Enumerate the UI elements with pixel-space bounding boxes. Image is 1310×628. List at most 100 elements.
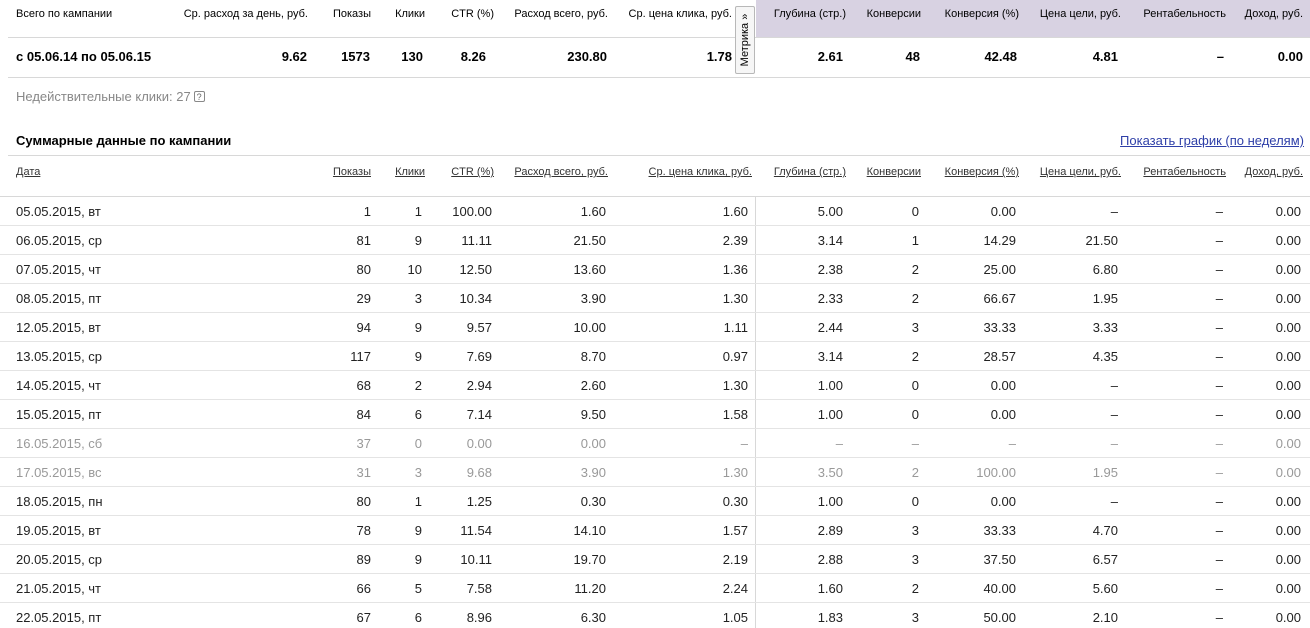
cell-avg-cpc: 1.60 <box>722 204 748 219</box>
cell-date: 14.05.2015, чт <box>16 378 102 393</box>
column-header-avg-cpc[interactable]: Ср. цена клика, руб. <box>649 166 752 178</box>
cell-goal-cost: 6.80 <box>1092 262 1118 277</box>
cell-depth: – <box>835 436 843 451</box>
cell-conversion-rate: 25.00 <box>983 262 1016 277</box>
summary-header-total: Всего по кампании <box>16 8 113 20</box>
help-icon[interactable]: ? <box>193 91 205 102</box>
column-header-clicks[interactable]: Клики <box>395 166 425 178</box>
column-header-goal-cost[interactable]: Цена цели, руб. <box>1040 166 1121 178</box>
column-header-impressions[interactable]: Показы <box>333 166 371 178</box>
summary-header-avg-daily-spend: Ср. расход за день, руб. <box>183 8 308 20</box>
cell-conversions: 0 <box>911 204 919 219</box>
cell-goal-cost: 1.95 <box>1092 465 1118 480</box>
summary-clicks: 130 <box>401 49 423 64</box>
cell-clicks: 3 <box>414 291 422 306</box>
cell-profitability: – <box>1215 204 1223 219</box>
cell-conversions: 2 <box>911 291 919 306</box>
cell-depth: 3.14 <box>817 233 843 248</box>
cell-total-spend: 21.50 <box>573 233 606 248</box>
cell-goal-cost: 4.35 <box>1092 349 1118 364</box>
cell-impressions: 80 <box>356 494 371 509</box>
cell-date: 08.05.2015, пт <box>16 291 102 306</box>
cell-impressions: 67 <box>356 610 371 625</box>
column-header-date[interactable]: Дата <box>16 166 40 178</box>
invalid-clicks-text: Недействительные клики: 27 <box>16 89 191 104</box>
cell-revenue: 0.00 <box>1275 291 1301 306</box>
divider <box>8 155 1310 156</box>
cell-clicks: 0 <box>414 436 422 451</box>
summary-header-conversions: Конверсии <box>866 8 921 20</box>
cell-revenue: 0.00 <box>1275 407 1301 422</box>
cell-revenue: 0.00 <box>1275 552 1301 567</box>
cell-depth: 3.50 <box>817 465 843 480</box>
cell-date: 22.05.2015, пт <box>16 610 102 625</box>
summary-header-impressions: Показы <box>332 8 371 20</box>
cell-total-spend: 2.60 <box>580 378 606 393</box>
cell-ctr: 9.57 <box>466 320 492 335</box>
cell-avg-cpc: 1.30 <box>722 465 748 480</box>
cell-avg-cpc: 2.39 <box>722 233 748 248</box>
show-chart-link[interactable]: Показать график (по неделям) <box>1120 133 1304 148</box>
column-header-depth[interactable]: Глубина (стр.) <box>774 166 846 178</box>
cell-avg-cpc: 1.11 <box>723 320 748 335</box>
cell-date: 18.05.2015, пн <box>16 494 103 509</box>
cell-total-spend: 9.50 <box>580 407 606 422</box>
cell-profitability: – <box>1215 523 1223 538</box>
cell-clicks: 1 <box>414 204 422 219</box>
cell-clicks: 6 <box>414 407 422 422</box>
cell-clicks: 2 <box>414 378 422 393</box>
cell-goal-cost: 2.10 <box>1092 610 1118 625</box>
summary-revenue: 0.00 <box>1277 49 1303 64</box>
cell-profitability: – <box>1215 320 1223 335</box>
column-header-ctr[interactable]: CTR (%) <box>451 166 494 178</box>
cell-avg-cpc: 1.05 <box>722 610 748 625</box>
cell-profitability: – <box>1215 262 1223 277</box>
cell-ctr: 10.34 <box>459 291 492 306</box>
cell-conversion-rate: 0.00 <box>990 494 1016 509</box>
cell-conversions: 1 <box>911 233 919 248</box>
cell-impressions: 29 <box>356 291 371 306</box>
cell-ctr: 8.96 <box>466 610 492 625</box>
cell-goal-cost: 4.70 <box>1092 523 1118 538</box>
cell-conversion-rate: 0.00 <box>990 378 1016 393</box>
cell-profitability: – <box>1215 465 1223 480</box>
summary-avg-cpc: 1.78 <box>706 49 732 64</box>
cell-goal-cost: – <box>1110 204 1118 219</box>
column-header-conversion-rate[interactable]: Конверсия (%) <box>945 166 1019 178</box>
column-header-profitability[interactable]: Рентабельность <box>1143 166 1226 178</box>
divider <box>8 37 1310 38</box>
cell-impressions: 81 <box>356 233 371 248</box>
cell-impressions: 89 <box>356 552 371 567</box>
cell-total-spend: 8.70 <box>580 349 606 364</box>
cell-avg-cpc: 0.30 <box>722 494 748 509</box>
cell-date: 21.05.2015, чт <box>16 581 102 596</box>
summary-conversions: 48 <box>905 49 920 64</box>
cell-clicks: 1 <box>414 494 422 509</box>
cell-profitability: – <box>1215 291 1223 306</box>
cell-conversion-rate: 100.00 <box>976 465 1016 480</box>
cell-avg-cpc: 0.97 <box>722 349 748 364</box>
cell-clicks: 9 <box>414 320 422 335</box>
metrika-toggle-button[interactable]: Метрика » <box>735 6 755 74</box>
summary-depth: 2.61 <box>817 49 843 64</box>
cell-date: 12.05.2015, вт <box>16 320 101 335</box>
column-header-total-spend[interactable]: Расход всего, руб. <box>514 166 608 178</box>
column-header-revenue[interactable]: Доход, руб. <box>1245 166 1303 178</box>
cell-depth: 1.00 <box>817 378 843 393</box>
cell-avg-cpc: 1.36 <box>722 262 748 277</box>
cell-clicks: 9 <box>414 523 422 538</box>
cell-revenue: 0.00 <box>1275 262 1301 277</box>
summary-profitability: – <box>1216 49 1224 64</box>
column-header-conversions[interactable]: Конверсии <box>867 166 921 178</box>
divider <box>8 77 1310 78</box>
cell-revenue: 0.00 <box>1275 233 1301 248</box>
cell-avg-cpc: – <box>740 436 748 451</box>
table-row: 17.05.2015, вс 31 3 9.68 3.90 1.30 3.50 2 100.00… <box>0 458 1310 487</box>
cell-goal-cost: 6.57 <box>1092 552 1118 567</box>
table-row: 13.05.2015, ср 117 9 7.69 8.70 0.97 3.14 2 28.57… <box>0 342 1310 371</box>
cell-date: 20.05.2015, ср <box>16 552 103 567</box>
summary-goal-cost: 4.81 <box>1092 49 1118 64</box>
summary-header-depth: Глубина (стр.) <box>773 8 846 20</box>
cell-profitability: – <box>1215 610 1223 625</box>
cell-revenue: 0.00 <box>1275 320 1301 335</box>
